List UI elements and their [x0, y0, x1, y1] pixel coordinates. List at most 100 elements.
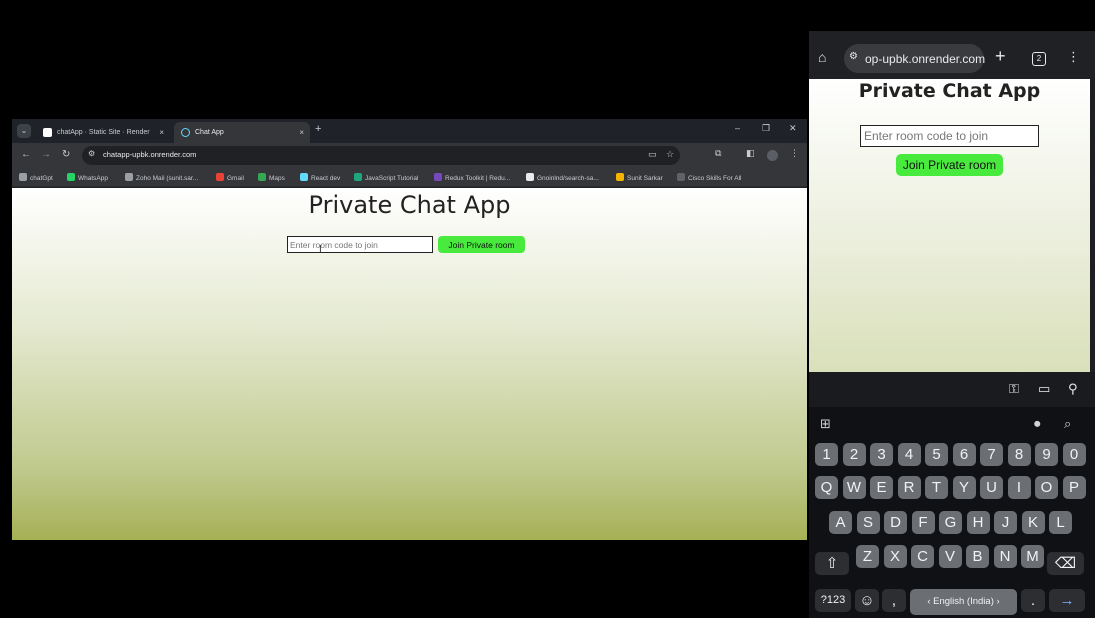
room-code-input[interactable] — [860, 125, 1039, 147]
key-s[interactable]: S — [856, 511, 880, 534]
key-icon[interactable]: ⚿ — [1009, 381, 1019, 397]
bookmark-gmail[interactable]: Gmail — [216, 173, 244, 183]
key-z[interactable]: Z — [856, 545, 879, 568]
tab-switcher-button[interactable]: 2 — [1032, 52, 1046, 66]
period-key[interactable]: . — [1021, 589, 1045, 612]
space-bar[interactable]: ‹ English (India) › — [910, 589, 1017, 615]
key-3[interactable]: 3 — [870, 443, 893, 466]
bookmark-cisco-skills[interactable]: Cisco Skills For All — [677, 173, 741, 183]
shift-key[interactable]: ⇧ — [815, 552, 849, 575]
bookmark-maps[interactable]: Maps — [258, 173, 285, 183]
w3-icon — [354, 173, 362, 181]
key-7[interactable]: 7 — [980, 443, 1003, 466]
search-icon[interactable]: ⌕ — [1064, 416, 1071, 432]
more-menu-icon[interactable]: ⋮ — [1067, 49, 1080, 65]
react-icon — [300, 173, 308, 181]
maximize-button[interactable]: ❐ — [762, 123, 770, 134]
site-info-icon[interactable]: ⚙ — [849, 51, 858, 62]
key-a[interactable]: A — [829, 511, 852, 534]
browser-toolbar: ← → ↻ ⚙ chatapp-upbk.onrender.com ☆ ▭ ⧉ … — [12, 143, 807, 168]
minimize-button[interactable]: – — [735, 123, 740, 133]
extensions-icon[interactable]: ⧉ — [715, 148, 721, 159]
address-bar[interactable]: ⚙ chatapp-upbk.onrender.com ☆ ▭ — [82, 146, 680, 165]
key-b[interactable]: B — [966, 545, 989, 568]
key-j[interactable]: J — [994, 511, 1017, 534]
gmail-icon — [216, 173, 224, 181]
key-5[interactable]: 5 — [925, 443, 948, 466]
card-icon[interactable]: ▭ — [1038, 381, 1050, 397]
key-0[interactable]: 0 — [1062, 443, 1086, 466]
tab-chat-app[interactable]: Chat App × — [174, 122, 310, 143]
bookmark-star-icon[interactable]: ☆ — [666, 149, 674, 160]
location-pin-icon[interactable]: ⚲ — [1068, 381, 1078, 397]
side-panel-icon[interactable]: ◧ — [746, 148, 755, 159]
emoji-key[interactable]: ☺ — [855, 589, 879, 612]
bookmark-javascript-tutorial[interactable]: JavaScript Tutorial — [354, 173, 418, 183]
reload-icon[interactable]: ↻ — [62, 149, 70, 160]
page-title: Private Chat App — [308, 191, 511, 219]
bookmark-redux-toolkit[interactable]: Redux Toolkit | Redu... — [434, 173, 510, 183]
bookmark-react-dev[interactable]: React dev — [300, 173, 340, 183]
key-y[interactable]: Y — [952, 476, 976, 499]
more-menu-icon[interactable]: ⋮ — [790, 148, 799, 159]
key-i[interactable]: I — [1007, 476, 1031, 499]
key-6[interactable]: 6 — [952, 443, 976, 466]
key-4[interactable]: 4 — [897, 443, 921, 466]
site-info-icon[interactable]: ⚙ — [88, 149, 95, 158]
key-8[interactable]: 8 — [1007, 443, 1031, 466]
bookmark-github-repo[interactable]: Gnoinlnd/search-sa... — [526, 173, 599, 183]
close-icon[interactable]: × — [159, 122, 164, 143]
key-p[interactable]: P — [1062, 476, 1086, 499]
bookmark-icon — [19, 173, 27, 181]
new-tab-button[interactable]: + — [315, 123, 321, 135]
forward-arrow-icon[interactable]: → — [41, 149, 51, 160]
key-1[interactable]: 1 — [815, 443, 838, 466]
key-2[interactable]: 2 — [842, 443, 866, 466]
bookmark-whatsapp[interactable]: WhatsApp — [67, 173, 108, 183]
new-tab-button[interactable]: + — [995, 46, 1006, 67]
tab-render-dashboard[interactable]: chatApp · Static Site · Render Da × — [36, 122, 170, 143]
key-h[interactable]: H — [966, 511, 990, 534]
close-icon[interactable]: × — [299, 122, 304, 143]
home-icon[interactable]: ⌂ — [818, 49, 826, 65]
key-x[interactable]: X — [883, 545, 907, 568]
bookmark-zoho-mail[interactable]: Zoho Mail (sunit.sar... — [125, 173, 198, 183]
enter-arrow-key[interactable]: → — [1049, 589, 1085, 612]
key-q[interactable]: Q — [815, 476, 838, 499]
key-k[interactable]: K — [1021, 511, 1045, 534]
key-c[interactable]: C — [911, 545, 934, 568]
mobile-address-bar[interactable]: ⚙ op-upbk.onrender.com — [844, 44, 985, 73]
key-e[interactable]: E — [870, 476, 893, 499]
join-private-room-button[interactable]: Join Private room — [896, 154, 1003, 176]
key-r[interactable]: R — [897, 476, 921, 499]
key-v[interactable]: V — [938, 545, 962, 568]
key-o[interactable]: O — [1035, 476, 1058, 499]
close-window-button[interactable]: ✕ — [789, 123, 797, 134]
key-9[interactable]: 9 — [1035, 443, 1058, 466]
microphone-icon[interactable]: ⏺ — [1034, 416, 1041, 432]
symbols-key[interactable]: ?123 — [815, 589, 851, 612]
key-t[interactable]: T — [925, 476, 948, 499]
key-w[interactable]: W — [842, 476, 866, 499]
key-m[interactable]: M — [1021, 545, 1044, 568]
key-f[interactable]: F — [911, 511, 935, 534]
back-arrow-icon[interactable]: ← — [21, 149, 31, 160]
profile-avatar[interactable] — [767, 150, 778, 161]
bookmark-sunit-sarkar[interactable]: Sunit Sarkar — [616, 173, 663, 183]
room-code-input[interactable] — [287, 236, 433, 253]
whatsapp-icon — [67, 173, 75, 181]
cast-icon[interactable]: ▭ — [648, 149, 657, 160]
mobile-browser-toolbar: ⌂ ⚙ op-upbk.onrender.com + 2 ⋮ — [809, 31, 1095, 79]
key-n[interactable]: N — [993, 545, 1017, 568]
tab-search-button[interactable]: ⌄ — [17, 124, 31, 138]
key-d[interactable]: D — [884, 511, 907, 534]
key-l[interactable]: L — [1049, 511, 1072, 534]
bookmark-chatgpt[interactable]: chatGpt — [19, 173, 53, 183]
phone-screen: ⌂ ⚙ op-upbk.onrender.com + 2 ⋮ Private C… — [809, 31, 1095, 618]
join-private-room-button[interactable]: Join Private room — [438, 236, 525, 253]
key-u[interactable]: U — [980, 476, 1003, 499]
key-g[interactable]: G — [939, 511, 962, 534]
apps-grid-icon[interactable]: ⊞ — [820, 416, 831, 432]
comma-key[interactable]: , — [882, 589, 906, 612]
backspace-key[interactable]: ⌫ — [1047, 552, 1084, 575]
